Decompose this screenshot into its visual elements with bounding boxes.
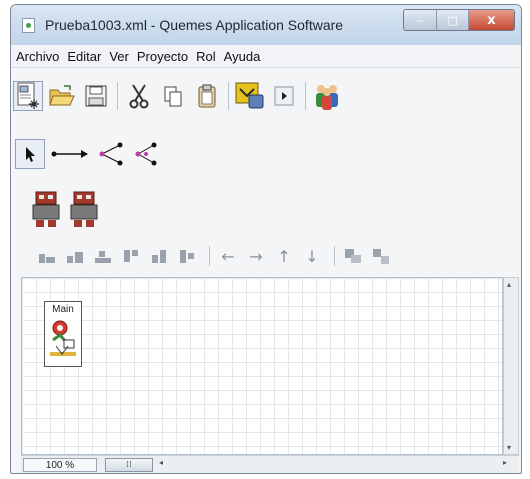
validate-icon (235, 82, 264, 109)
menu-ayuda[interactable]: Ayuda (220, 49, 265, 64)
title-bar[interactable]: Prueba1003.xml - Quemes Application Soft… (11, 5, 521, 45)
users-icon (316, 85, 338, 110)
save-icon (85, 85, 107, 107)
zoom-field[interactable]: 100 % (23, 458, 97, 472)
window-controls: ‒ □ x (403, 9, 515, 31)
group-button[interactable] (341, 241, 365, 271)
minimize-button[interactable]: ‒ (404, 10, 436, 30)
window-title: Prueba1003.xml - Quemes Application Soft… (45, 17, 344, 33)
status-bar: 100 % ⁞⁞ ◂ ▸ (21, 455, 519, 473)
validate-button[interactable] (235, 81, 265, 111)
cut-icon (129, 84, 149, 109)
toolbar-separator (117, 82, 118, 110)
menu-editar[interactable]: Editar (63, 49, 105, 64)
scroll-left-icon[interactable]: ◂ (159, 458, 163, 467)
ungroup-button[interactable] (369, 241, 393, 271)
edge-toolbar (13, 139, 165, 169)
copy-button[interactable] (158, 81, 188, 111)
fork-icon (99, 142, 123, 166)
roles-toolbar (13, 189, 105, 229)
align-bottom-icon (180, 250, 194, 263)
select-pointer-icon (26, 147, 35, 162)
workflow-node-icon (50, 320, 76, 356)
arrow-down-icon[interactable]: ↓ (300, 241, 324, 271)
group-icon (345, 249, 361, 263)
app-icon (22, 18, 35, 33)
robot-role-icon (32, 191, 60, 227)
fork-button[interactable] (97, 139, 127, 169)
paste-button[interactable] (192, 81, 222, 111)
toolbar-separator (334, 246, 335, 266)
scroll-up-icon[interactable]: ▴ (507, 280, 511, 289)
role-button-2[interactable] (67, 189, 101, 229)
join-icon (135, 142, 157, 166)
menu-archivo[interactable]: Archivo (12, 49, 63, 64)
open-button[interactable] (47, 81, 77, 111)
align-bottom-button[interactable] (175, 241, 199, 271)
save-button[interactable] (81, 81, 111, 111)
align-middle-button[interactable] (147, 241, 171, 271)
diagram-canvas[interactable] (21, 277, 503, 455)
vertical-scrollbar[interactable]: ▴ ▾ (503, 277, 519, 455)
toolbar-separator (228, 82, 229, 110)
node-label: Main (52, 304, 74, 315)
align-right-icon (95, 251, 111, 263)
align-left-button[interactable] (35, 241, 59, 271)
arrow-left-icon[interactable]: ← (216, 241, 240, 271)
menu-bar: Archivo Editar Ver Proyecto Rol Ayuda (12, 45, 520, 68)
select-button[interactable] (15, 139, 45, 169)
connection-button[interactable] (49, 139, 93, 169)
align-left-icon (39, 254, 55, 263)
users-button[interactable] (312, 81, 342, 111)
arrow-up-icon[interactable]: ↑ (272, 241, 296, 271)
ungroup-icon (373, 249, 389, 264)
scroll-down-icon[interactable]: ▾ (507, 443, 511, 452)
align-center-icon (67, 252, 83, 263)
horizontal-scroll-thumb[interactable]: ⁞⁞ (105, 458, 153, 472)
copy-icon (164, 86, 182, 107)
cut-button[interactable] (124, 81, 154, 111)
app-window: Prueba1003.xml - Quemes Application Soft… (10, 4, 522, 474)
run-button[interactable] (269, 81, 299, 111)
connection-icon (51, 150, 88, 158)
new-diagram-button[interactable] (13, 81, 43, 111)
align-toolbar: ← → ↑ ↓ (35, 241, 397, 271)
main-toolbar (13, 81, 346, 111)
align-right-button[interactable] (91, 241, 115, 271)
align-top-button[interactable] (119, 241, 143, 271)
join-button[interactable] (131, 139, 161, 169)
maximize-button[interactable]: □ (436, 10, 468, 30)
role-button-1[interactable] (29, 189, 63, 229)
main-node[interactable]: Main (44, 301, 82, 367)
menu-proyecto[interactable]: Proyecto (133, 49, 192, 64)
robot-role-icon (70, 191, 98, 227)
align-center-button[interactable] (63, 241, 87, 271)
open-folder-icon (49, 85, 75, 106)
toolbar-separator (305, 82, 306, 110)
scroll-right-icon[interactable]: ▸ (503, 458, 507, 467)
paste-icon (198, 84, 216, 108)
menu-rol[interactable]: Rol (192, 49, 220, 64)
toolbar-separator (209, 246, 210, 266)
new-diagram-icon (17, 82, 39, 109)
arrow-right-icon[interactable]: → (244, 241, 268, 271)
run-icon (274, 86, 294, 106)
menu-ver[interactable]: Ver (105, 49, 133, 64)
close-button[interactable]: x (468, 10, 514, 30)
align-middle-icon (152, 250, 166, 263)
align-top-icon (124, 250, 138, 262)
